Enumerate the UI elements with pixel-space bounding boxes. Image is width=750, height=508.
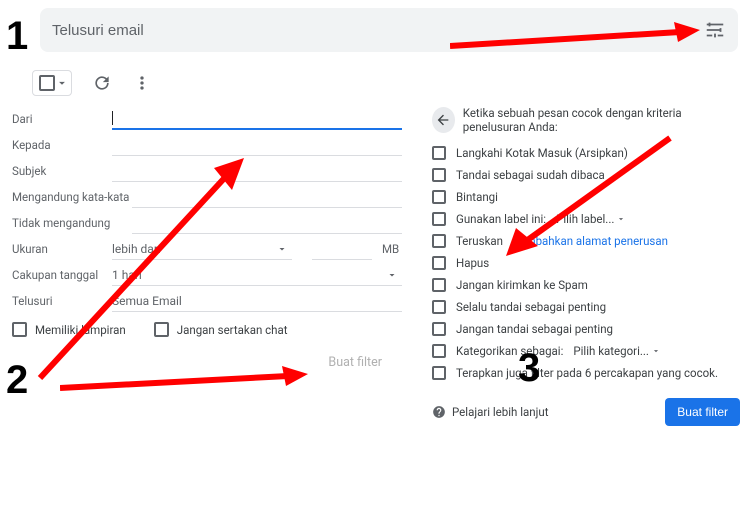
search-bar — [40, 8, 738, 52]
opt-star: Bintangi — [456, 190, 498, 204]
caret-down-icon — [55, 76, 69, 90]
checkbox-empty-icon[interactable] — [432, 212, 446, 226]
label-doesnt-have: Tidak mengandung — [12, 216, 132, 230]
checkbox-empty-icon — [12, 322, 27, 337]
size-unit: MB — [382, 242, 399, 256]
category-dropdown-value: Pilih kategori... — [573, 344, 649, 358]
caret-down-icon — [651, 346, 661, 356]
checkbox-empty-icon[interactable] — [432, 146, 446, 160]
has-words-field[interactable] — [132, 186, 402, 208]
size-mode-dropdown[interactable]: lebih dari — [112, 238, 292, 260]
checkbox-empty-icon[interactable] — [432, 234, 446, 248]
from-field[interactable] — [112, 108, 402, 130]
opt-delete: Hapus — [456, 256, 489, 270]
category-dropdown[interactable]: Pilih kategori... — [573, 344, 661, 358]
size-mode-value: lebih dari — [112, 242, 161, 256]
tune-icon[interactable] — [704, 19, 726, 41]
checkbox-empty-icon — [39, 75, 55, 91]
learn-more-link[interactable]: Pelajari lebih lanjut — [432, 405, 548, 419]
size-value-field[interactable] — [312, 238, 372, 260]
checkbox-empty-icon[interactable] — [432, 190, 446, 204]
opt-always-important: Selalu tandai sebagai penting — [456, 300, 606, 314]
filter-criteria-panel: Dari Kepada Subjek Mengandung kata-kata … — [12, 106, 402, 426]
opt-forward: Teruskan — [456, 234, 503, 248]
checkbox-empty-icon — [154, 322, 169, 337]
label-search-in: Telusuri — [12, 294, 112, 308]
label-from: Dari — [12, 112, 112, 126]
checkbox-empty-icon[interactable] — [432, 278, 446, 292]
more-icon[interactable] — [132, 73, 152, 93]
subject-field[interactable] — [112, 160, 402, 182]
opt-mark-read: Tandai sebagai sudah dibaca — [456, 168, 605, 182]
create-filter-button[interactable]: Buat filter — [665, 398, 740, 426]
create-filter-disabled: Buat filter — [328, 355, 382, 370]
add-forwarding-link[interactable]: Tambahkan alamat penerusan — [513, 234, 668, 248]
filter-actions-panel: Ketika sebuah pesan cocok dengan kriteri… — [432, 106, 740, 426]
date-within-dropdown[interactable]: 1 hari — [112, 264, 402, 286]
checkbox-empty-icon[interactable] — [432, 256, 446, 270]
checkbox-empty-icon[interactable] — [432, 322, 446, 336]
arrow-left-icon — [435, 112, 451, 128]
has-attachment-label: Memiliki lampiran — [35, 323, 126, 337]
opt-apply-label: Gunakan label ini: — [456, 212, 546, 226]
annotation-number-1: 1 — [6, 14, 28, 59]
toolbar — [0, 60, 750, 106]
label-to: Kepada — [12, 138, 112, 152]
to-field[interactable] — [112, 134, 402, 156]
label-dropdown-value: Pilih label... — [556, 212, 614, 226]
opt-never-spam: Jangan kirimkan ke Spam — [456, 278, 588, 292]
label-has-words: Mengandung kata-kata — [12, 190, 132, 204]
opt-apply-existing: Terapkan juga filter pada 6 percakapan y… — [456, 366, 718, 380]
select-all-dropdown[interactable] — [32, 70, 72, 96]
search-input[interactable] — [52, 22, 704, 39]
search-in-dropdown[interactable]: Semua Email — [112, 290, 402, 312]
actions-header: Ketika sebuah pesan cocok dengan kriteri… — [463, 106, 740, 134]
checkbox-empty-icon[interactable] — [432, 366, 446, 380]
exclude-chats-label: Jangan sertakan chat — [177, 323, 288, 337]
caret-down-icon — [616, 214, 626, 224]
help-icon — [432, 405, 446, 419]
opt-never-important: Jangan tandai sebagai penting — [456, 322, 613, 336]
checkbox-empty-icon[interactable] — [432, 168, 446, 182]
label-subject: Subjek — [12, 164, 112, 178]
date-within-value: 1 hari — [112, 268, 142, 282]
refresh-icon[interactable] — [92, 73, 112, 93]
label-date-within: Cakupan tanggal — [12, 268, 112, 282]
doesnt-have-field[interactable] — [132, 212, 402, 234]
opt-categorize: Kategorikan sebagai: — [456, 344, 563, 358]
checkbox-empty-icon[interactable] — [432, 344, 446, 358]
learn-more-label: Pelajari lebih lanjut — [452, 405, 548, 419]
label-dropdown[interactable]: Pilih label... — [556, 212, 626, 226]
back-button[interactable] — [432, 107, 455, 133]
exclude-chats-checkbox[interactable]: Jangan sertakan chat — [154, 322, 288, 337]
search-in-value: Semua Email — [112, 294, 182, 308]
label-size: Ukuran — [12, 242, 112, 256]
checkbox-empty-icon[interactable] — [432, 300, 446, 314]
opt-skip-inbox: Langkahi Kotak Masuk (Arsipkan) — [456, 146, 628, 160]
has-attachment-checkbox[interactable]: Memiliki lampiran — [12, 322, 126, 337]
caret-down-icon — [276, 243, 288, 255]
caret-down-icon — [386, 269, 398, 281]
